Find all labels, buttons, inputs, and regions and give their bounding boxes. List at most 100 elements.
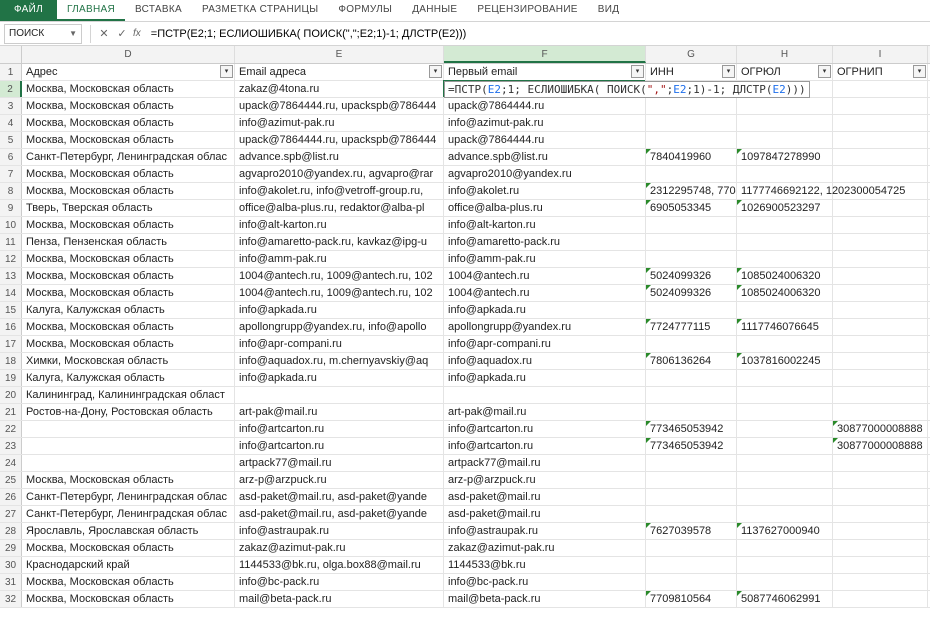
row-header[interactable]: 11 bbox=[0, 234, 22, 250]
cell[interactable] bbox=[646, 370, 737, 386]
cell[interactable] bbox=[833, 200, 928, 216]
cell[interactable]: Москва, Московская область bbox=[22, 268, 235, 284]
cell[interactable]: agvapro2010@yandex.ru, agvapro@rar bbox=[235, 166, 444, 182]
cell[interactable] bbox=[833, 523, 928, 539]
cell[interactable] bbox=[737, 234, 833, 250]
chevron-down-icon[interactable]: ▼ bbox=[69, 29, 77, 38]
row-header[interactable]: 26 bbox=[0, 489, 22, 505]
cell[interactable]: info@artcarton.ru bbox=[235, 438, 444, 454]
cell[interactable] bbox=[737, 506, 833, 522]
cell[interactable]: 1144533@bk.ru bbox=[444, 557, 646, 573]
filter-dropdown-icon[interactable]: ▾ bbox=[429, 65, 442, 78]
cell[interactable] bbox=[737, 472, 833, 488]
cell[interactable]: info@aquadox.ru, m.chernyavskiy@aq bbox=[235, 353, 444, 369]
cell[interactable] bbox=[833, 268, 928, 284]
cell[interactable]: Пенза, Пензенская область bbox=[22, 234, 235, 250]
cell[interactable]: Калуга, Калужская область bbox=[22, 302, 235, 318]
cell[interactable]: office@alba-plus.ru bbox=[444, 200, 646, 216]
cell[interactable]: Москва, Московская область bbox=[22, 115, 235, 131]
formula-input[interactable] bbox=[147, 26, 930, 42]
cell[interactable] bbox=[737, 132, 833, 148]
filter-dropdown-icon[interactable]: ▾ bbox=[631, 65, 644, 78]
cell[interactable] bbox=[833, 183, 928, 199]
column-header-D[interactable]: D bbox=[22, 46, 235, 63]
row-header[interactable]: 5 bbox=[0, 132, 22, 148]
cell[interactable]: Москва, Московская область bbox=[22, 574, 235, 590]
row-header[interactable]: 8 bbox=[0, 183, 22, 199]
row-header[interactable]: 16 bbox=[0, 319, 22, 335]
row-header[interactable]: 22 bbox=[0, 421, 22, 437]
enter-icon[interactable]: ✓ bbox=[113, 27, 131, 40]
row-header[interactable]: 4 bbox=[0, 115, 22, 131]
cell[interactable] bbox=[833, 404, 928, 420]
row-header[interactable]: 19 bbox=[0, 370, 22, 386]
cell[interactable]: Тверь, Тверская область bbox=[22, 200, 235, 216]
row-header[interactable]: 30 bbox=[0, 557, 22, 573]
cell[interactable]: 7627039578 bbox=[646, 523, 737, 539]
row-header[interactable]: 23 bbox=[0, 438, 22, 454]
cell[interactable] bbox=[646, 132, 737, 148]
row-header[interactable]: 13 bbox=[0, 268, 22, 284]
cell[interactable]: advance.spb@list.ru bbox=[235, 149, 444, 165]
cell[interactable]: info@akolet.ru, info@vetroff-group.ru, bbox=[235, 183, 444, 199]
cell[interactable]: Санкт-Петербург, Ленинградская облас bbox=[22, 506, 235, 522]
fx-icon[interactable]: fx bbox=[133, 28, 141, 39]
cell[interactable]: Москва, Московская область bbox=[22, 285, 235, 301]
tab-home[interactable]: ГЛАВНАЯ bbox=[57, 0, 125, 21]
cell[interactable] bbox=[737, 370, 833, 386]
cell[interactable] bbox=[646, 455, 737, 471]
row-header[interactable]: 7 bbox=[0, 166, 22, 182]
cell[interactable]: info@apkada.ru bbox=[235, 302, 444, 318]
cell[interactable]: info@amaretto-pack.ru bbox=[444, 234, 646, 250]
cell[interactable]: 1004@antech.ru, 1009@antech.ru, 102 bbox=[235, 285, 444, 301]
row-header[interactable]: 14 bbox=[0, 285, 22, 301]
cell[interactable] bbox=[833, 166, 928, 182]
column-header-G[interactable]: G bbox=[646, 46, 737, 63]
cell[interactable] bbox=[833, 540, 928, 556]
cell[interactable]: 773465053942 bbox=[646, 438, 737, 454]
cell[interactable] bbox=[646, 472, 737, 488]
cell[interactable] bbox=[833, 149, 928, 165]
cell[interactable] bbox=[833, 455, 928, 471]
tab-view[interactable]: ВИД bbox=[588, 0, 630, 21]
cell[interactable] bbox=[646, 557, 737, 573]
row-header[interactable]: 28 bbox=[0, 523, 22, 539]
cell[interactable] bbox=[646, 234, 737, 250]
cell[interactable]: agvapro2010@yandex.ru bbox=[444, 166, 646, 182]
row-header[interactable]: 6 bbox=[0, 149, 22, 165]
cell[interactable]: 1004@antech.ru bbox=[444, 285, 646, 301]
cell[interactable] bbox=[646, 540, 737, 556]
cell[interactable]: Калининград, Калининградская област bbox=[22, 387, 235, 403]
cell[interactable]: apollongrupp@yandex.ru bbox=[444, 319, 646, 335]
inline-formula-editor[interactable]: =ПСТР(E2;1; ЕСЛИОШИБКА( ПОИСК(",";E2;1)-… bbox=[444, 81, 810, 98]
cell[interactable]: info@aquadox.ru bbox=[444, 353, 646, 369]
cell[interactable] bbox=[646, 166, 737, 182]
cell[interactable] bbox=[22, 421, 235, 437]
cell[interactable]: info@apkada.ru bbox=[444, 302, 646, 318]
cell[interactable]: Ярославль, Ярославская область bbox=[22, 523, 235, 539]
cell[interactable]: Москва, Московская область bbox=[22, 132, 235, 148]
cell[interactable] bbox=[737, 387, 833, 403]
cell[interactable]: 1097847278990 bbox=[737, 149, 833, 165]
cell[interactable] bbox=[833, 472, 928, 488]
cell[interactable]: 1144533@bk.ru, olga.box88@mail.ru bbox=[235, 557, 444, 573]
row-header[interactable]: 27 bbox=[0, 506, 22, 522]
cell[interactable]: 1085024006320 bbox=[737, 285, 833, 301]
cell[interactable]: art-pak@mail.ru bbox=[235, 404, 444, 420]
cell[interactable] bbox=[833, 370, 928, 386]
cell[interactable]: Москва, Московская область bbox=[22, 81, 235, 97]
cell[interactable] bbox=[737, 540, 833, 556]
cell[interactable]: asd-paket@mail.ru bbox=[444, 489, 646, 505]
cell[interactable] bbox=[737, 336, 833, 352]
row-header[interactable]: 21 bbox=[0, 404, 22, 420]
filter-dropdown-icon[interactable]: ▾ bbox=[818, 65, 831, 78]
cell[interactable]: mail@beta-pack.ru bbox=[444, 591, 646, 607]
cell[interactable]: info@bc-pack.ru bbox=[444, 574, 646, 590]
cell[interactable] bbox=[646, 404, 737, 420]
row-header[interactable]: 20 bbox=[0, 387, 22, 403]
cell[interactable]: info@amm-pak.ru bbox=[235, 251, 444, 267]
cell[interactable] bbox=[646, 336, 737, 352]
cell[interactable] bbox=[737, 557, 833, 573]
cell[interactable] bbox=[833, 302, 928, 318]
cell[interactable]: 1085024006320 bbox=[737, 268, 833, 284]
